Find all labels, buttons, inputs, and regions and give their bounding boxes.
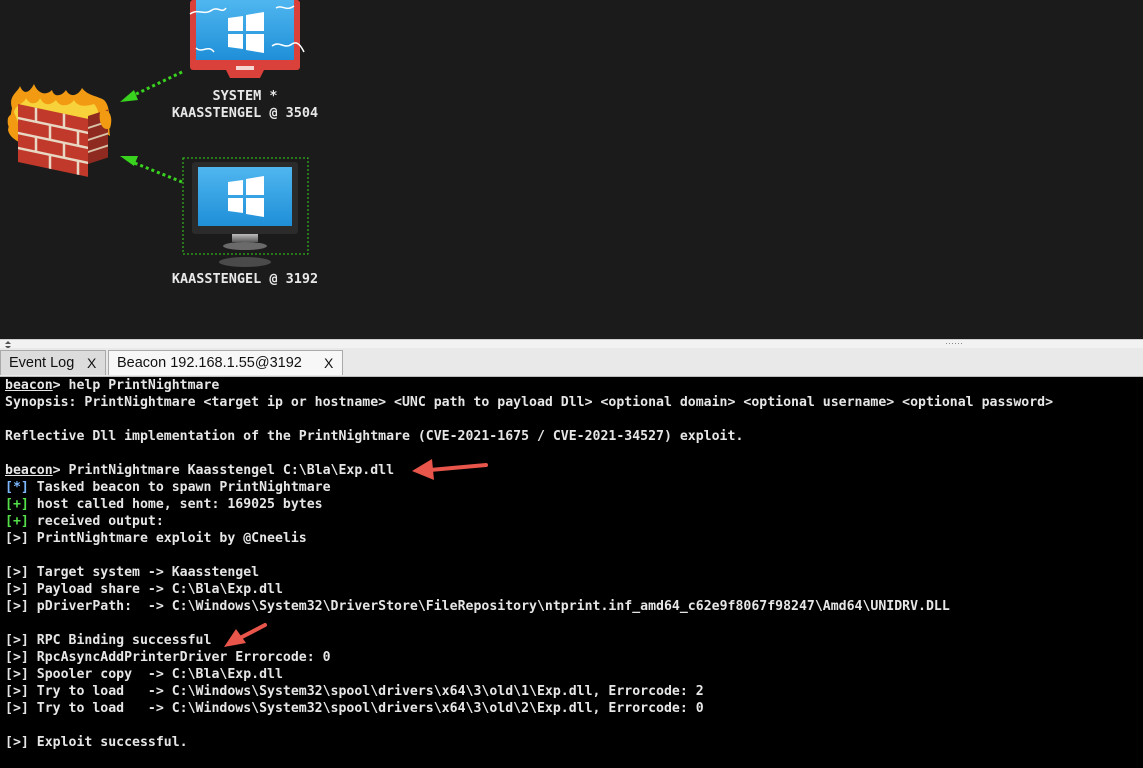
console-line: beacon> help PrintNightmare	[5, 377, 1053, 394]
system-beacon-label: SYSTEM * KAASSTENGEL @ 3504	[165, 88, 325, 122]
console-line-text: Try to load -> C:\Windows\System32\spool…	[28, 701, 704, 716]
beacon-console[interactable]: beacon> help PrintNightmare Synopsis: Pri…	[0, 377, 1143, 768]
beacon-prompt: beacon	[5, 463, 53, 478]
console-line: [*] Tasked beacon to spawn PrintNightmar…	[5, 479, 1053, 496]
console-line: [>] Try to load -> C:\Windows\System32\s…	[5, 700, 1053, 717]
tab-event-log[interactable]: Event Log X	[0, 350, 106, 375]
console-line: [>] Exploit successful.	[5, 734, 1053, 751]
console-line: [+] received output:	[5, 513, 1053, 530]
console-line: [>] Target system -> Kaasstengel	[5, 564, 1053, 581]
system-beacon-host: KAASSTENGEL @ 3504	[171, 105, 319, 121]
console-line: [+] host called home, sent: 169025 bytes	[5, 496, 1053, 513]
console-line-text: Spooler copy -> C:\Bla\Exp.dll	[28, 667, 283, 682]
console-line: [>] RPC Binding successful	[5, 632, 1053, 649]
console-line-text: RpcAsyncAddPrinterDriver Errorcode: 0	[28, 650, 331, 665]
console-line: [>] PrintNightmare exploit by @Cneelis	[5, 530, 1053, 547]
console-line: [>] pDriverPath: -> C:\Windows\System32\…	[5, 598, 1053, 615]
console-line: [>] RpcAsyncAddPrinterDriver Errorcode: …	[5, 649, 1053, 666]
tab-bar: Event Log X Beacon 192.168.1.55@3192 X	[0, 348, 1143, 377]
console-line: [>] Try to load -> C:\Windows\System32\s…	[5, 683, 1053, 700]
console-line-text: Try to load -> C:\Windows\System32\spool…	[28, 684, 704, 699]
console-line-tag: [>]	[5, 684, 29, 699]
console-line-tag: [>]	[5, 633, 29, 648]
system-beacon-node[interactable]	[189, 0, 305, 78]
console-line-text: RPC Binding successful	[28, 633, 212, 648]
console-line-text: Target system -> Kaasstengel	[28, 565, 260, 580]
console-line-text: received output:	[28, 514, 164, 529]
console-line-tag: [+]	[5, 514, 29, 529]
console-line: Reflective Dll implementation of the Pri…	[5, 428, 1053, 445]
console-line-tag: [>]	[5, 650, 29, 665]
console-line-text: pDriverPath: -> C:\Windows\System32\Driv…	[28, 599, 950, 614]
console-line: [>] Spooler copy -> C:\Bla\Exp.dll	[5, 666, 1053, 683]
console-line-tag: [+]	[5, 497, 29, 512]
beacon-prompt: beacon	[5, 378, 53, 393]
console-line-tag: [>]	[5, 531, 29, 546]
console-line-text: Tasked beacon to spawn PrintNightmare	[28, 480, 331, 495]
console-line: [>] Payload share -> C:\Bla\Exp.dll	[5, 581, 1053, 598]
close-icon[interactable]: X	[324, 355, 333, 371]
console-line-tag: [>]	[5, 701, 29, 716]
console-line-text: > PrintNightmare Kaasstengel C:\Bla\Exp.…	[52, 463, 395, 478]
pivot-graph: SYSTEM * KAASSTENGEL @ 3504 KAASSTENGEL …	[0, 0, 1143, 339]
console-line-text: Exploit successful.	[28, 735, 188, 750]
beacon-node-3192[interactable]	[182, 157, 309, 267]
beacon-3192-host: KAASSTENGEL @ 3192	[171, 271, 319, 287]
console-line-text: PrintNightmare exploit by @Cneelis	[28, 531, 307, 546]
tab-event-log-label: Event Log	[9, 355, 75, 371]
console-line-text: Synopsis: PrintNightmare <target ip or h…	[5, 395, 1054, 410]
system-beacon-user: SYSTEM *	[212, 88, 278, 104]
pivot-graph-canvas	[7, 0, 309, 267]
firewall-icon[interactable]	[7, 84, 112, 177]
splitter-grip-icon[interactable]	[946, 343, 962, 344]
console-line-tag: [>]	[5, 599, 29, 614]
console-line-text: host called home, sent: 169025 bytes	[28, 497, 323, 512]
console-line-tag: [>]	[5, 735, 29, 750]
console-line-tag: [*]	[5, 480, 29, 495]
close-icon[interactable]: X	[87, 355, 96, 371]
console-line-text: > help PrintNightmare	[52, 378, 220, 393]
tab-beacon-label: Beacon 192.168.1.55@3192	[117, 355, 302, 371]
console-line: Synopsis: PrintNightmare <target ip or h…	[5, 394, 1053, 411]
console-output: beacon> help PrintNightmare Synopsis: Pri…	[5, 377, 1053, 751]
beacon-3192-label: KAASSTENGEL @ 3192	[165, 271, 325, 288]
green-pivot-arrow-icon	[120, 156, 183, 184]
console-line-tag: [>]	[5, 565, 29, 580]
console-line-tag: [>]	[5, 667, 29, 682]
tab-beacon[interactable]: Beacon 192.168.1.55@3192 X	[108, 350, 343, 375]
console-line-text: Reflective Dll implementation of the Pri…	[5, 429, 744, 444]
console-line-tag: [>]	[5, 582, 29, 597]
console-line: beacon> PrintNightmare Kaasstengel C:\Bl…	[5, 462, 1053, 479]
console-line-text: Payload share -> C:\Bla\Exp.dll	[28, 582, 283, 597]
